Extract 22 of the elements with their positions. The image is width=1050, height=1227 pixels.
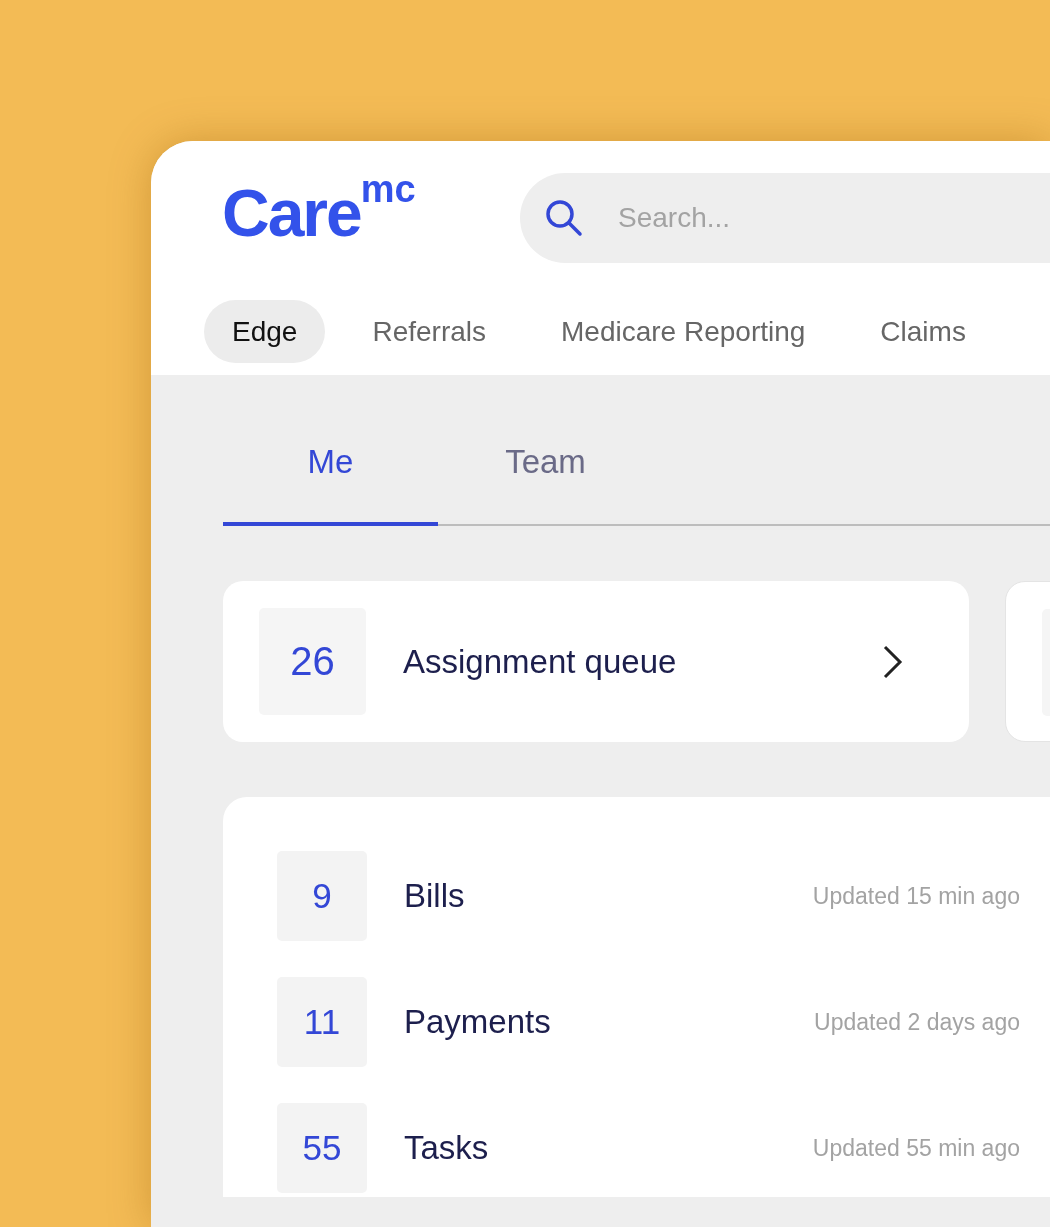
nav-tab[interactable]: Claims xyxy=(852,300,994,363)
updated-text: Updated 2 days ago xyxy=(814,1008,1020,1036)
search-field[interactable]: Search... xyxy=(520,173,1050,263)
view-tab[interactable]: Team xyxy=(438,377,653,526)
updated-text: Updated 15 min ago xyxy=(812,882,1020,910)
card-label: Assignment queue xyxy=(403,642,678,681)
nav-tab[interactable]: Referrals xyxy=(344,300,514,363)
count-badge: 26 xyxy=(259,608,366,715)
count-badge: 55 xyxy=(277,1103,367,1193)
item-label[interactable]: Payments xyxy=(404,1003,815,1041)
logo[interactable]: Care$^{mc}$ xyxy=(222,168,520,268)
nav-tab[interactable]: Medicare Reporting xyxy=(533,300,834,363)
view-tab[interactable]: Me xyxy=(223,377,438,526)
queue-card[interactable]: 26 Assignment queue xyxy=(223,581,969,742)
search-icon xyxy=(544,198,584,238)
nav-tab[interactable]: Edge xyxy=(204,300,326,363)
count-badge: 9 xyxy=(277,851,367,941)
item-label[interactable]: Tasks xyxy=(404,1129,813,1167)
chevron-right-icon xyxy=(881,643,905,680)
count-badge: 11 xyxy=(277,977,367,1067)
item-label[interactable]: Bills xyxy=(404,877,813,915)
updated-text: Updated 55 min ago xyxy=(812,1134,1020,1162)
